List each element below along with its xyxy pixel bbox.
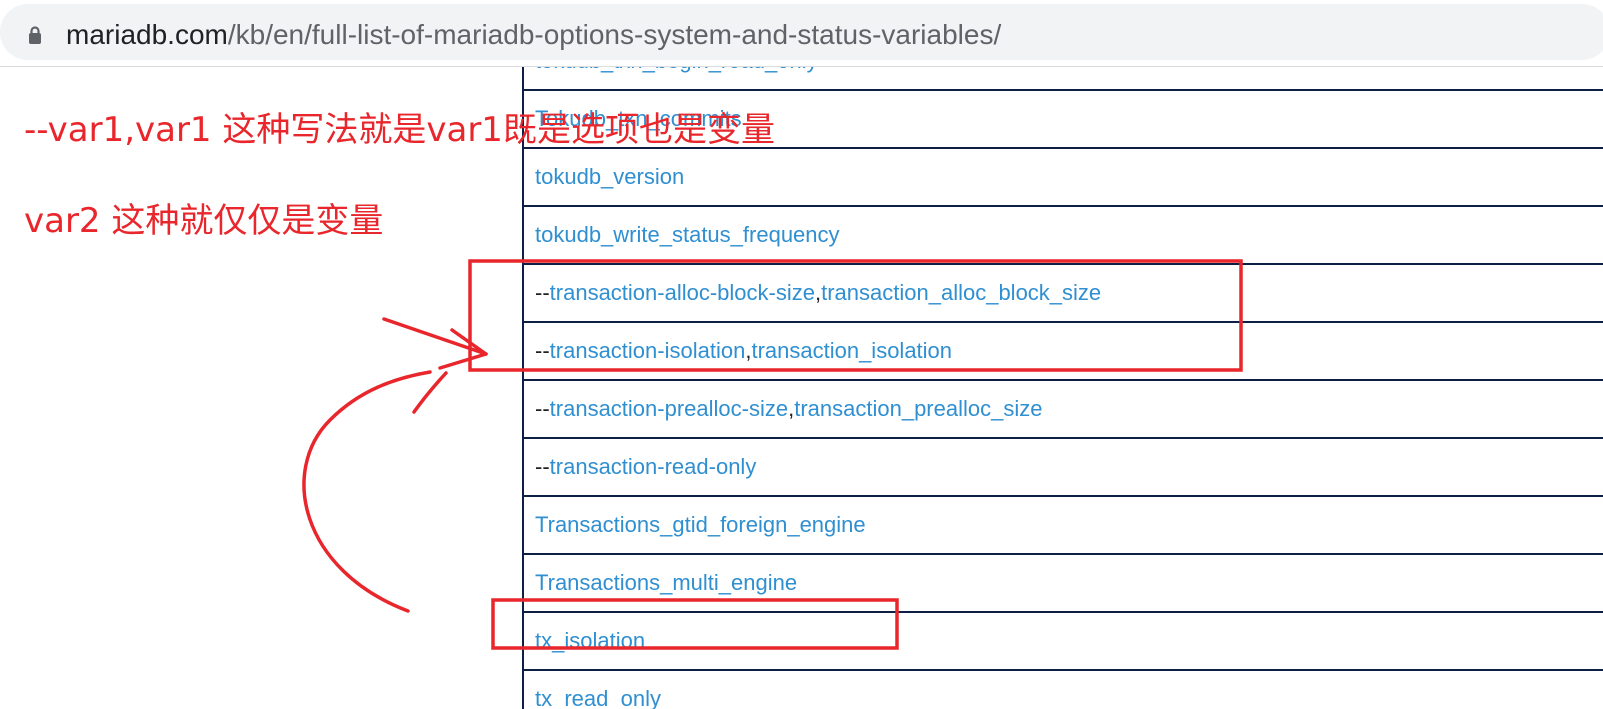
variable-link[interactable]: transaction_prealloc_size [794,396,1042,422]
url-host: mariadb.com [66,19,228,50]
option-link[interactable]: transaction-alloc-block-size [550,280,815,306]
option-link[interactable]: tokudb_version [535,164,684,190]
list-row: tokudb_version [524,149,1603,207]
annotation-note-2: var2 这种就仅仅是变量 [24,201,384,241]
option-link[interactable]: tx_read_only [535,686,661,709]
option-prefix: -- [535,396,550,421]
list-row: -- transaction-isolation, transaction_iso… [524,323,1603,381]
list-row: Transactions_multi_engine [524,555,1603,613]
option-link[interactable]: transaction-read-only [550,454,757,480]
option-link[interactable]: transaction-prealloc-size [550,396,788,422]
option-link[interactable]: transaction-isolation [550,338,746,364]
annotation-note-1: --var1,var1 这种写法就是var1既是选项也是变量 [24,110,775,150]
list-row: -- transaction-read-only [524,439,1603,497]
option-link[interactable]: Transactions_multi_engine [535,570,797,596]
lock-icon[interactable] [28,25,42,45]
list-row: tx_isolation [524,613,1603,671]
url-text[interactable]: mariadb.com/kb/en/full-list-of-mariadb-o… [66,18,1001,52]
toolbar-divider [0,66,1603,67]
list-row: tx_read_only [524,671,1603,709]
arrow-curved [302,370,432,613]
variable-link[interactable]: transaction_alloc_block_size [821,280,1101,306]
url-field[interactable]: mariadb.com/kb/en/full-list-of-mariadb-o… [0,4,1603,60]
url-path: /kb/en/full-list-of-mariadb-options-syst… [227,19,1002,50]
option-link[interactable]: tokudb_write_status_frequency [535,222,840,248]
arrow-curved-tail [412,371,448,414]
variable-link[interactable]: transaction_isolation [751,338,952,364]
option-link[interactable]: Transactions_gtid_foreign_engine [535,512,866,538]
list-row: -- transaction-alloc-block-size, transact… [524,265,1603,323]
option-prefix: -- [535,338,550,363]
list-row: -- transaction-prealloc-size, transaction… [524,381,1603,439]
browser-address-bar: mariadb.com/kb/en/full-list-of-mariadb-o… [0,0,1603,67]
list-row: Transactions_gtid_foreign_engine [524,497,1603,555]
list-row: tokudb_write_status_frequency [524,207,1603,265]
option-prefix: -- [535,454,550,479]
option-link[interactable]: tx_isolation [535,628,645,654]
option-prefix: -- [535,280,550,305]
arrow-straight-head [438,328,488,370]
arrow-straight [382,317,488,356]
